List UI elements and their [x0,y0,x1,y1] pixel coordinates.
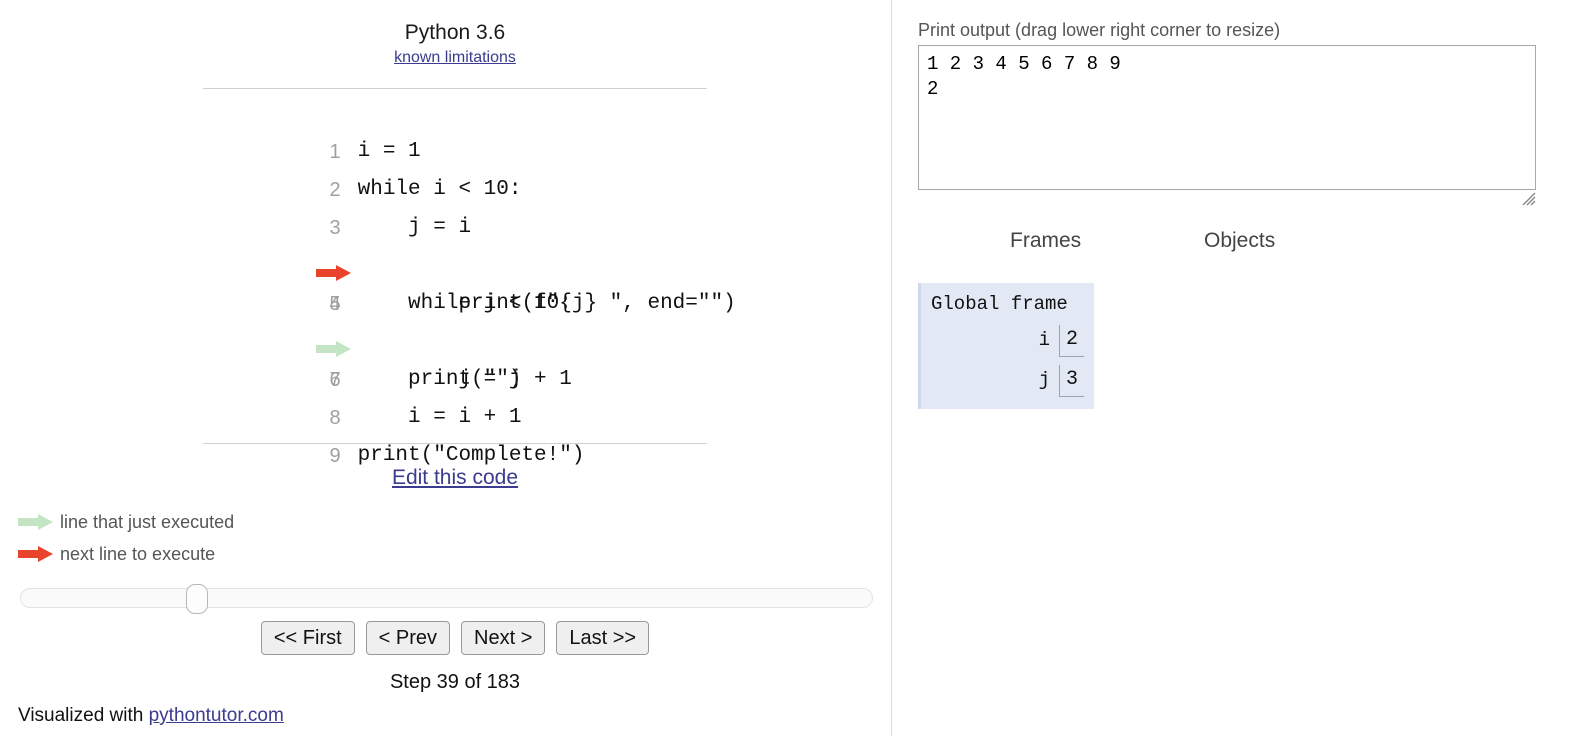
code-header: Python 3.6 known limitations [203,20,707,68]
code-line: 3 j = i [203,171,707,239]
edit-this-code-link[interactable]: Edit this code [203,466,707,490]
code-line-current: 4 while j < 10: [203,209,707,315]
code-line: 9 print("Complete!") [203,399,707,467]
code-line: 1i = 1 [203,95,707,163]
footer-credit: Visualized with pythontutor.com [18,705,284,727]
variable-value: 2 [1058,325,1084,357]
code-line-executed: 6 j = j + 1 [203,285,707,391]
code-pane: Python 3.6 known limitations 1i = 1 2 whi… [0,0,891,736]
legend-row-just-executed: line that just executed [18,506,234,538]
step-counter: Step 39 of 183 [389,671,521,693]
navigation-buttons: << First < Prev Next > Last >> [203,621,707,655]
legend-row-next-line: next line to execute [18,538,234,570]
visualization-pane: Print output (drag lower right corner to… [892,0,1577,736]
print-output-box[interactable]: 1 2 3 4 5 6 7 8 9 2 [918,45,1536,190]
last-button[interactable]: Last >> [556,621,650,655]
next-line-arrow-icon [18,546,58,562]
variable-row: i 2 [921,325,1084,357]
pythontutor-link[interactable]: pythontutor.com [149,705,284,726]
variable-name: j [1038,369,1050,391]
legend-label-next-line: next line to execute [60,543,216,564]
prev-button[interactable]: < Prev [365,621,451,655]
code-line: 7 print("") [203,323,707,391]
code-line: 2 while i < 10: [203,133,707,201]
legend-label-just-executed: line that just executed [60,511,235,532]
next-button[interactable]: Next > [461,621,546,655]
global-frame-title: Global frame [931,293,1068,315]
global-frame: Global frame i 2 j 3 [918,283,1094,409]
first-button[interactable]: << First [260,621,355,655]
legend: line that just executed next line to exe… [18,506,234,570]
print-output-label: Print output (drag lower right corner to… [918,20,1281,40]
resize-handle-icon[interactable] [1522,192,1536,206]
print-output-text: 1 2 3 4 5 6 7 8 9 2 [927,53,1121,100]
next-line-arrow-icon [215,220,351,281]
step-slider[interactable] [20,584,873,614]
variable-row: j 3 [921,365,1084,397]
known-limitations-link[interactable]: known limitations [394,48,516,68]
slider-track[interactable] [20,588,873,608]
variable-name: i [1038,329,1050,351]
objects-heading: Objects [1204,229,1276,252]
code-block: 1i = 1 2 while i < 10: 3 j = i 4 while j … [203,88,736,467]
code-line: 5 print(f"{j} ", end="") [203,247,736,315]
slider-thumb[interactable] [186,584,208,614]
just-executed-arrow-icon [215,296,351,357]
variable-value: 3 [1058,365,1084,397]
code-line: 8 i = i + 1 [203,361,707,429]
python-version-label: Python 3.6 [404,21,506,44]
just-executed-arrow-icon [18,514,58,530]
frames-heading: Frames [1010,229,1082,252]
footer-prefix: Visualized with [18,705,149,726]
